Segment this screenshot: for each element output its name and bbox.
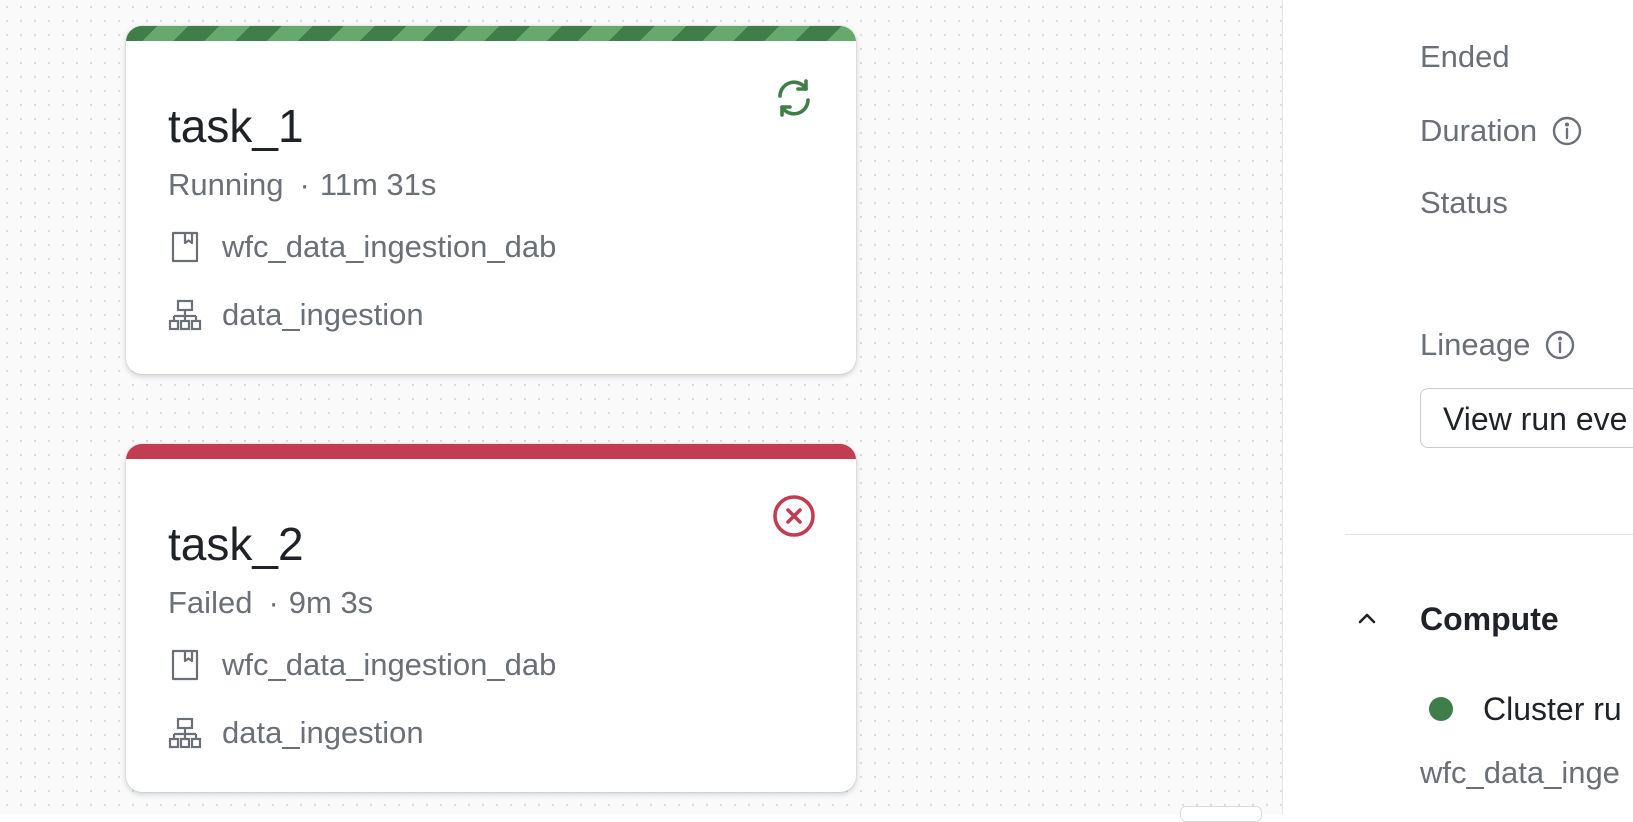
running-status-bar (126, 26, 856, 41)
cluster-icon (168, 716, 202, 750)
task-duration: 11m 31s (319, 167, 437, 202)
cluster-name: data_ingestion (222, 715, 424, 750)
lineage-label-text: Lineage (1420, 327, 1531, 362)
task-card-task-1[interactable]: task_1 Running · 11m 31s wfc_data_ingestio… (126, 26, 856, 374)
canvas-control[interactable] (1180, 806, 1262, 822)
status-label: Status (1420, 184, 1508, 222)
cluster-status-dot (1429, 697, 1453, 721)
notebook-name: wfc_data_ingestion_dab (222, 647, 557, 682)
cluster-status-text: Cluster ru (1483, 691, 1622, 727)
chevron-up-icon[interactable] (1353, 604, 1381, 632)
task-name: task_2 (168, 518, 304, 570)
task-card-task-2[interactable]: task_2 Failed · 9m 3s wfc_data_ingestion_d… (126, 444, 856, 792)
notebook-row[interactable]: wfc_data_ingestion_dab (168, 646, 556, 684)
task-status: Running (168, 167, 284, 202)
lineage-label: Lineage (1420, 326, 1576, 364)
ended-label-text: Ended (1420, 39, 1510, 74)
cluster-name: data_ingestion (222, 297, 424, 332)
duration-label-text: Duration (1420, 113, 1538, 148)
failed-status-bar (126, 444, 856, 459)
duration-label: Duration (1420, 112, 1583, 150)
task-status-line: Failed · 9m 3s (168, 584, 373, 622)
status-label-text: Status (1420, 185, 1508, 220)
compute-cluster-name[interactable]: wfc_data_inge (1420, 754, 1620, 792)
notebook-icon (168, 230, 202, 264)
cluster-row[interactable]: data_ingestion (168, 714, 424, 752)
notebook-row[interactable]: wfc_data_ingestion_dab (168, 228, 556, 266)
info-icon[interactable] (1551, 115, 1583, 147)
separator: · (268, 585, 279, 620)
task-duration: 9m 3s (288, 585, 374, 620)
info-icon[interactable] (1544, 329, 1576, 361)
cluster-row[interactable]: data_ingestion (168, 296, 424, 334)
section-divider (1345, 534, 1633, 535)
error-icon (770, 492, 818, 540)
notebook-name: wfc_data_ingestion_dab (222, 229, 557, 264)
view-run-events-button[interactable]: View run eve (1420, 388, 1633, 448)
cluster-icon (168, 298, 202, 332)
task-status: Failed (168, 585, 253, 620)
run-details-panel: Ended Duration Status Lineage View run e… (1283, 0, 1633, 814)
task-name: task_1 (168, 100, 304, 152)
task-status-line: Running · 11m 31s (168, 166, 436, 204)
ended-label: Ended (1420, 38, 1510, 76)
compute-section-title[interactable]: Compute (1420, 600, 1559, 638)
separator: · (299, 167, 310, 202)
notebook-icon (168, 648, 202, 682)
refresh-icon (770, 74, 818, 122)
